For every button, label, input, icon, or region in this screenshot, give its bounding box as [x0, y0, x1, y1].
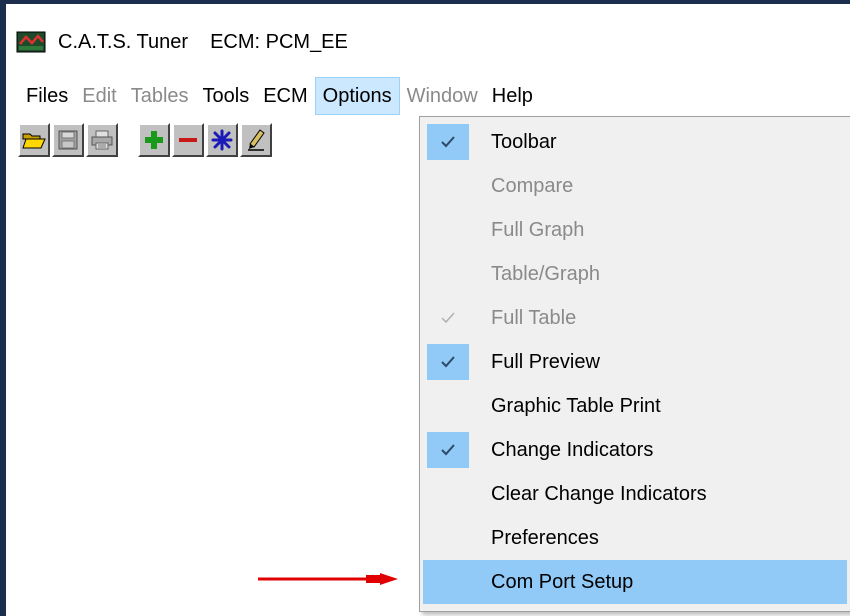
menu-option-label: Full Table [491, 307, 577, 329]
menu-option-full-table[interactable]: Full Table [423, 296, 847, 340]
checkmark-icon [427, 432, 469, 468]
asterisk-button[interactable] [206, 123, 238, 157]
menu-files[interactable]: Files [6, 77, 75, 115]
menu-bar: Files Edit Tables Tools ECM Options Wind… [6, 76, 850, 116]
menu-option-label: Com Port Setup [491, 571, 634, 593]
menu-edit[interactable]: Edit [75, 77, 123, 115]
plus-icon [145, 131, 163, 149]
remove-button[interactable] [172, 123, 204, 157]
main-window: C.A.T.S. Tuner ECM: PCM_EE Files Edit Ta… [0, 0, 850, 616]
menu-option-label: Compare [491, 175, 574, 197]
toolbar [18, 120, 274, 160]
edit-button[interactable] [240, 123, 272, 157]
app-title: C.A.T.S. Tuner [58, 30, 189, 53]
menu-option-com-port-setup[interactable]: Com Port Setup [423, 560, 847, 604]
menu-option-label: Change Indicators [491, 439, 654, 461]
menu-option-compare[interactable]: Compare [423, 164, 847, 208]
menu-help[interactable]: Help [485, 77, 540, 115]
print-icon [91, 130, 113, 150]
menu-tables[interactable]: Tables [124, 77, 196, 115]
save-disk-icon [58, 130, 78, 150]
menu-option-label: Full Preview [491, 351, 600, 373]
minus-icon [179, 138, 197, 142]
save-button[interactable] [52, 123, 84, 157]
menu-option-toolbar[interactable]: Toolbar [423, 120, 847, 164]
menu-option-graphic-table-print[interactable]: Graphic Table Print [423, 384, 847, 428]
menu-option-label: Preferences [491, 527, 599, 549]
menu-options[interactable]: Options [314, 77, 400, 115]
checkmark-icon [427, 344, 469, 380]
menu-option-full-preview[interactable]: Full Preview [423, 340, 847, 384]
cats-tuner-app-icon [16, 31, 46, 53]
checkmark-icon [427, 124, 469, 160]
menu-window[interactable]: Window [400, 77, 485, 115]
menu-option-full-graph[interactable]: Full Graph [423, 208, 847, 252]
menu-option-label: Clear Change Indicators [491, 483, 707, 505]
menu-tools[interactable]: Tools [196, 77, 257, 115]
add-button[interactable] [138, 123, 170, 157]
title-bar: C.A.T.S. Tuner ECM: PCM_EE [16, 24, 348, 60]
menu-option-change-indicators[interactable]: Change Indicators [423, 428, 847, 472]
menu-option-label: Graphic Table Print [491, 395, 661, 417]
menu-option-label: Full Graph [491, 219, 585, 241]
open-folder-icon [22, 133, 46, 149]
menu-option-preferences[interactable]: Preferences [423, 516, 847, 560]
menu-option-clear-change-indicators[interactable]: Clear Change Indicators [423, 472, 847, 516]
menu-option-label: Table/Graph [491, 263, 600, 285]
menu-option-table-graph[interactable]: Table/Graph [423, 252, 847, 296]
red-arrow-annotation [258, 573, 398, 585]
checkmark-icon [427, 300, 469, 336]
open-button[interactable] [18, 123, 50, 157]
ecm-title: ECM: PCM_EE [210, 30, 348, 53]
print-button[interactable] [86, 123, 118, 157]
asterisk-icon [211, 129, 233, 151]
menu-option-label: Toolbar [491, 131, 557, 153]
options-dropdown-menu: Toolbar Compare Full Graph Table/Graph F… [419, 116, 850, 612]
pencil-icon [248, 129, 265, 151]
menu-ecm[interactable]: ECM [256, 77, 314, 115]
